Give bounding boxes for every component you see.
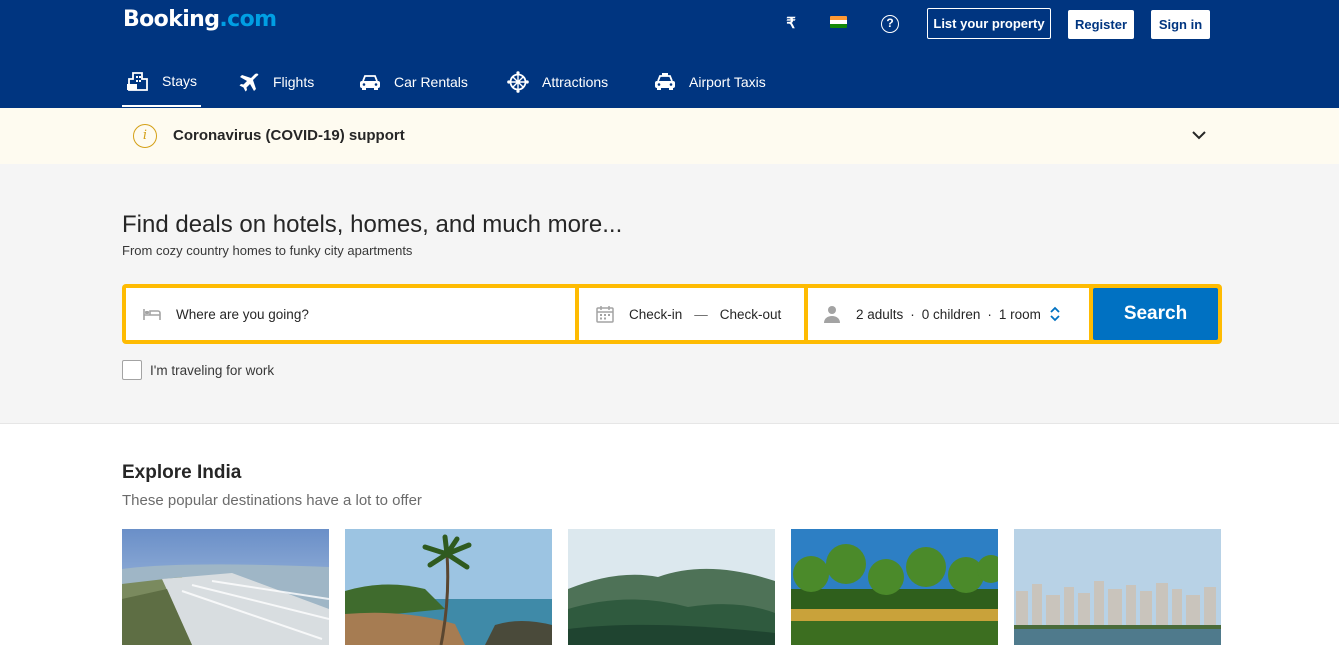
mountains-image [568,529,775,645]
destination-card-city-skyline[interactable] [1014,529,1221,645]
airplane-icon [239,73,259,92]
search-button[interactable]: Search [1093,288,1218,340]
nav-item-label: Car Rentals [394,74,468,90]
bed-building-icon [127,71,148,91]
nav-item-attractions[interactable]: Attractions [506,58,608,106]
booking-logo[interactable]: Booking.com [123,7,277,32]
nav-item-label: Stays [162,72,198,89]
separator-dot: · [987,306,992,322]
destination-input[interactable]: Where are you going? [126,288,575,340]
destination-card-palm-forest[interactable] [791,529,998,645]
palm-coast-image [345,529,552,645]
chevron-down-icon[interactable] [1190,128,1208,142]
currency-selector[interactable]: ₹ [783,14,799,34]
help-icon[interactable]: ? [881,15,899,33]
info-icon: i [133,124,157,148]
separator-dot: · [910,306,915,322]
bed-icon [143,309,161,320]
guests-selector[interactable]: 2 adults · 0 children · 1 room [808,288,1089,340]
covid-banner-text[interactable]: Coronavirus (COVID-19) support [173,127,405,144]
hero-subtitle: From cozy country homes to funky city ap… [122,243,413,258]
nav-item-airport-taxis[interactable]: Airport Taxis [653,58,766,106]
nav-item-label: Attractions [542,74,609,90]
calendar-icon [596,306,614,323]
nav-item-flights[interactable]: Flights [237,58,314,106]
nav-item-car-rentals[interactable]: Car Rentals [358,58,468,106]
nav-item-stays[interactable]: Stays [122,58,201,107]
hero-title: Find deals on hotels, homes, and much mo… [122,211,623,238]
beach-aerial-image [122,529,329,645]
children-count: 0 children [921,306,981,322]
adults-count: 2 adults [856,306,904,322]
date-picker[interactable]: Check-in — Check-out [579,288,804,340]
top-header: Booking.com ₹ ? List your property Regis… [0,0,1339,108]
checkin-label: Check-in [629,306,683,322]
rooms-count: 1 room [998,306,1041,322]
register-button[interactable]: Register [1068,10,1134,39]
destination-card-mountains[interactable] [568,529,775,645]
signin-button[interactable]: Sign in [1151,10,1210,39]
main-nav: Stays Flights Car Rentals Attractions Ai… [0,58,1339,108]
logo-suffix-text: .com [219,7,277,32]
nav-item-label: Flights [273,74,315,90]
car-icon [360,75,380,90]
explore-title: Explore India [122,462,242,483]
taxi-icon [655,73,675,90]
work-travel-label: I'm traveling for work [150,362,275,378]
date-dash: — [694,306,708,322]
work-travel-checkbox[interactable] [122,360,142,380]
search-box: Where are you going? Check-in — Check-ou… [122,284,1222,344]
updown-chevron-icon [1050,306,1060,322]
nav-item-label: Airport Taxis [689,74,766,90]
work-travel-checkbox-row[interactable]: I'm traveling for work [122,360,274,380]
ferris-wheel-icon [507,71,529,93]
explore-subtitle: These popular destinations have a lot to… [122,492,422,509]
logo-main-text: Booking [123,7,220,32]
destination-placeholder: Where are you going? [176,306,309,322]
city-skyline-image [1014,529,1221,645]
destination-card-palm-coast[interactable] [345,529,552,645]
india-flag-icon[interactable] [830,16,847,28]
list-property-button[interactable]: List your property [927,8,1051,39]
checkout-label: Check-out [719,306,782,322]
palm-forest-image [791,529,998,645]
person-icon [824,306,840,323]
destination-card-beach[interactable] [122,529,329,645]
